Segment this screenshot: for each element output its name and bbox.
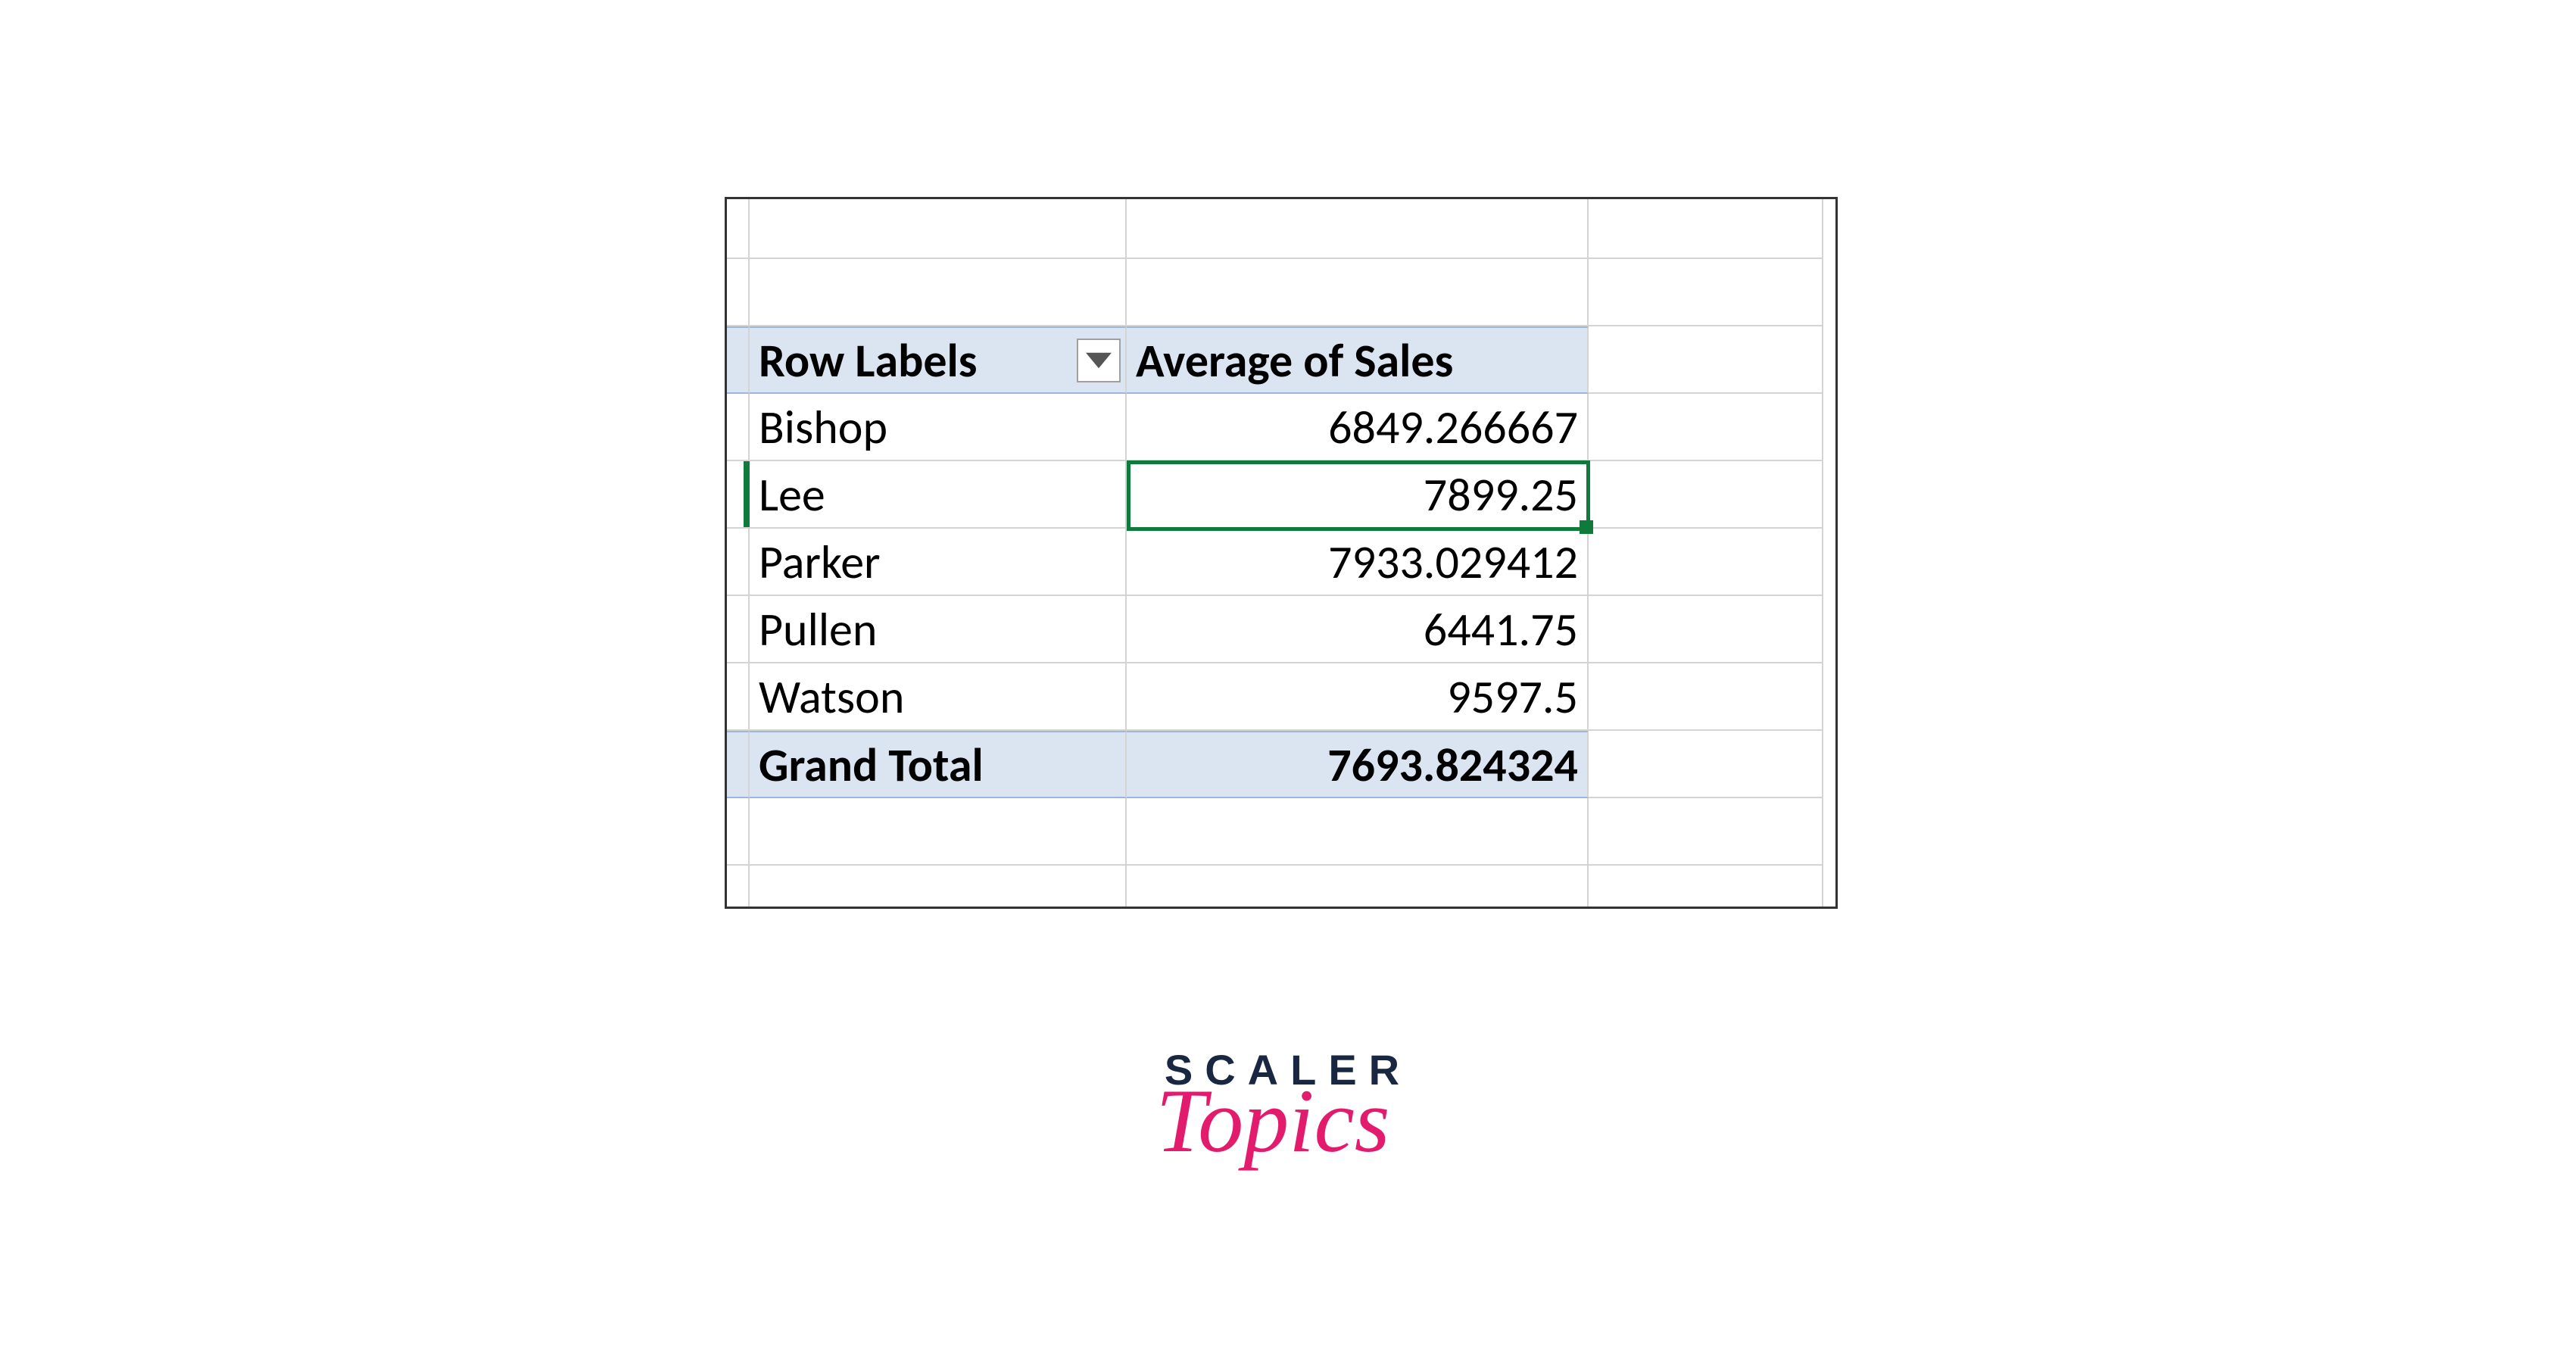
empty-cell[interactable] bbox=[1589, 197, 1823, 259]
empty-cell[interactable] bbox=[1589, 731, 1823, 798]
empty-cell[interactable] bbox=[1589, 663, 1823, 731]
empty-cell[interactable] bbox=[1589, 259, 1823, 326]
empty-cell[interactable] bbox=[1589, 866, 1823, 909]
row-label-cell[interactable]: Watson bbox=[750, 663, 1127, 731]
row-value-cell[interactable]: 7899.25 bbox=[1127, 461, 1589, 529]
empty-cell[interactable] bbox=[1127, 197, 1589, 259]
grand-total-label-cell[interactable]: Grand Total bbox=[750, 731, 1127, 798]
brand-logo: SCALER Topics bbox=[1165, 1045, 1411, 1173]
table-row: Bishop 6849.266667 bbox=[727, 394, 1835, 461]
table-row: Parker 7933.029412 bbox=[727, 529, 1835, 596]
row-value-cell[interactable]: 6441.75 bbox=[1127, 596, 1589, 663]
empty-cell[interactable] bbox=[750, 798, 1127, 866]
spreadsheet-frame: Row Labels Average of Sales Bishop 6849.… bbox=[725, 197, 1838, 909]
spreadsheet-grid[interactable]: Row Labels Average of Sales Bishop 6849.… bbox=[727, 197, 1835, 899]
row-label-cell[interactable]: Bishop bbox=[750, 394, 1127, 461]
selection-edge-indicator bbox=[744, 461, 750, 527]
table-row: Lee 7899.25 bbox=[727, 461, 1835, 529]
empty-cell[interactable] bbox=[750, 197, 1127, 259]
chevron-down-icon bbox=[1086, 351, 1112, 370]
empty-cell[interactable] bbox=[1127, 798, 1589, 866]
row-labels-header-text: Row Labels bbox=[759, 332, 978, 389]
pivot-header-row: Row Labels Average of Sales bbox=[727, 326, 1835, 394]
empty-cell[interactable] bbox=[1589, 461, 1823, 529]
grand-total-value-cell[interactable]: 7693.824324 bbox=[1127, 731, 1589, 798]
values-header-cell[interactable]: Average of Sales bbox=[1127, 326, 1589, 394]
empty-row bbox=[727, 866, 1835, 909]
filter-dropdown-button[interactable] bbox=[1077, 339, 1121, 382]
row-value-cell[interactable]: 7933.029412 bbox=[1127, 529, 1589, 596]
row-labels-header-cell[interactable]: Row Labels bbox=[750, 326, 1127, 394]
empty-row bbox=[727, 259, 1835, 326]
empty-cell[interactable] bbox=[750, 259, 1127, 326]
empty-cell[interactable] bbox=[1589, 394, 1823, 461]
empty-cell[interactable] bbox=[1589, 596, 1823, 663]
empty-cell[interactable] bbox=[1589, 798, 1823, 866]
empty-cell[interactable] bbox=[1589, 529, 1823, 596]
empty-cell[interactable] bbox=[750, 866, 1127, 909]
brand-logo-line2: Topics bbox=[1134, 1069, 1411, 1173]
empty-cell[interactable] bbox=[1127, 259, 1589, 326]
table-row: Pullen 6441.75 bbox=[727, 596, 1835, 663]
table-row: Watson 9597.5 bbox=[727, 663, 1835, 731]
empty-cell[interactable] bbox=[1589, 326, 1823, 394]
row-value-cell[interactable]: 9597.5 bbox=[1127, 663, 1589, 731]
values-header-text: Average of Sales bbox=[1136, 332, 1453, 389]
empty-cell[interactable] bbox=[1127, 866, 1589, 909]
grand-total-row: Grand Total 7693.824324 bbox=[727, 731, 1835, 798]
row-label-cell[interactable]: Pullen bbox=[750, 596, 1127, 663]
row-label-cell[interactable]: Parker bbox=[750, 529, 1127, 596]
empty-row bbox=[727, 197, 1835, 259]
row-label-cell[interactable]: Lee bbox=[750, 461, 1127, 529]
empty-row bbox=[727, 798, 1835, 866]
row-value-cell[interactable]: 6849.266667 bbox=[1127, 394, 1589, 461]
